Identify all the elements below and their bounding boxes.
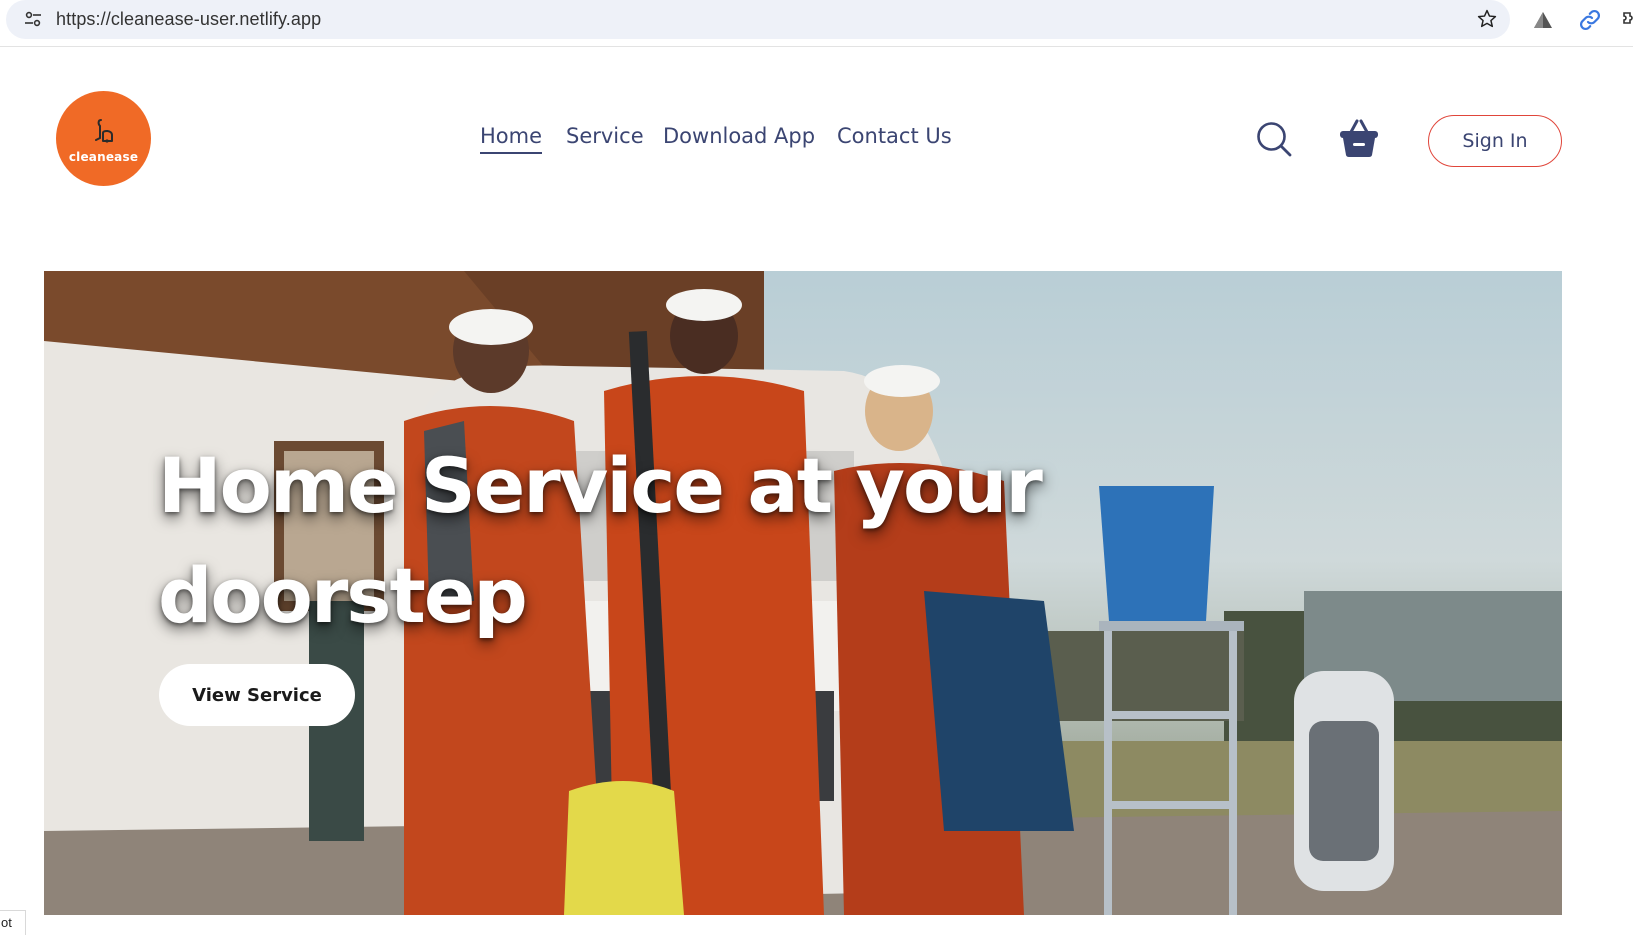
view-service-button[interactable]: View Service — [159, 664, 355, 726]
basket-icon[interactable] — [1338, 117, 1380, 159]
browser-toolbar: https://cleanease-user.netlify.app — [0, 0, 1633, 47]
brand-logo[interactable]: cleanease — [56, 91, 151, 186]
sign-in-button[interactable]: Sign In — [1428, 115, 1562, 167]
link-icon[interactable] — [1578, 8, 1602, 32]
url-text[interactable]: https://cleanease-user.netlify.app — [56, 9, 321, 30]
triangle-icon[interactable] — [1532, 9, 1554, 31]
nav-home[interactable]: Home — [480, 124, 543, 154]
tune-icon[interactable] — [24, 10, 42, 28]
hero-banner: Home Service at your doorstep View Servi… — [44, 271, 1562, 915]
hero-title: Home Service at your doorstep — [158, 441, 1043, 640]
star-icon[interactable] — [1476, 8, 1498, 30]
address-bar[interactable]: https://cleanease-user.netlify.app — [6, 0, 1510, 39]
nav-service[interactable]: Service — [566, 124, 644, 148]
status-text-fragment: ot — [0, 910, 26, 935]
nav-download-app[interactable]: Download App — [663, 124, 815, 148]
brand-name: cleanease — [68, 149, 139, 164]
nav-contact-us[interactable]: Contact Us — [837, 124, 952, 148]
puzzle-icon[interactable] — [1622, 8, 1633, 32]
search-icon[interactable] — [1255, 120, 1293, 158]
vacuum-icon — [94, 118, 113, 143]
